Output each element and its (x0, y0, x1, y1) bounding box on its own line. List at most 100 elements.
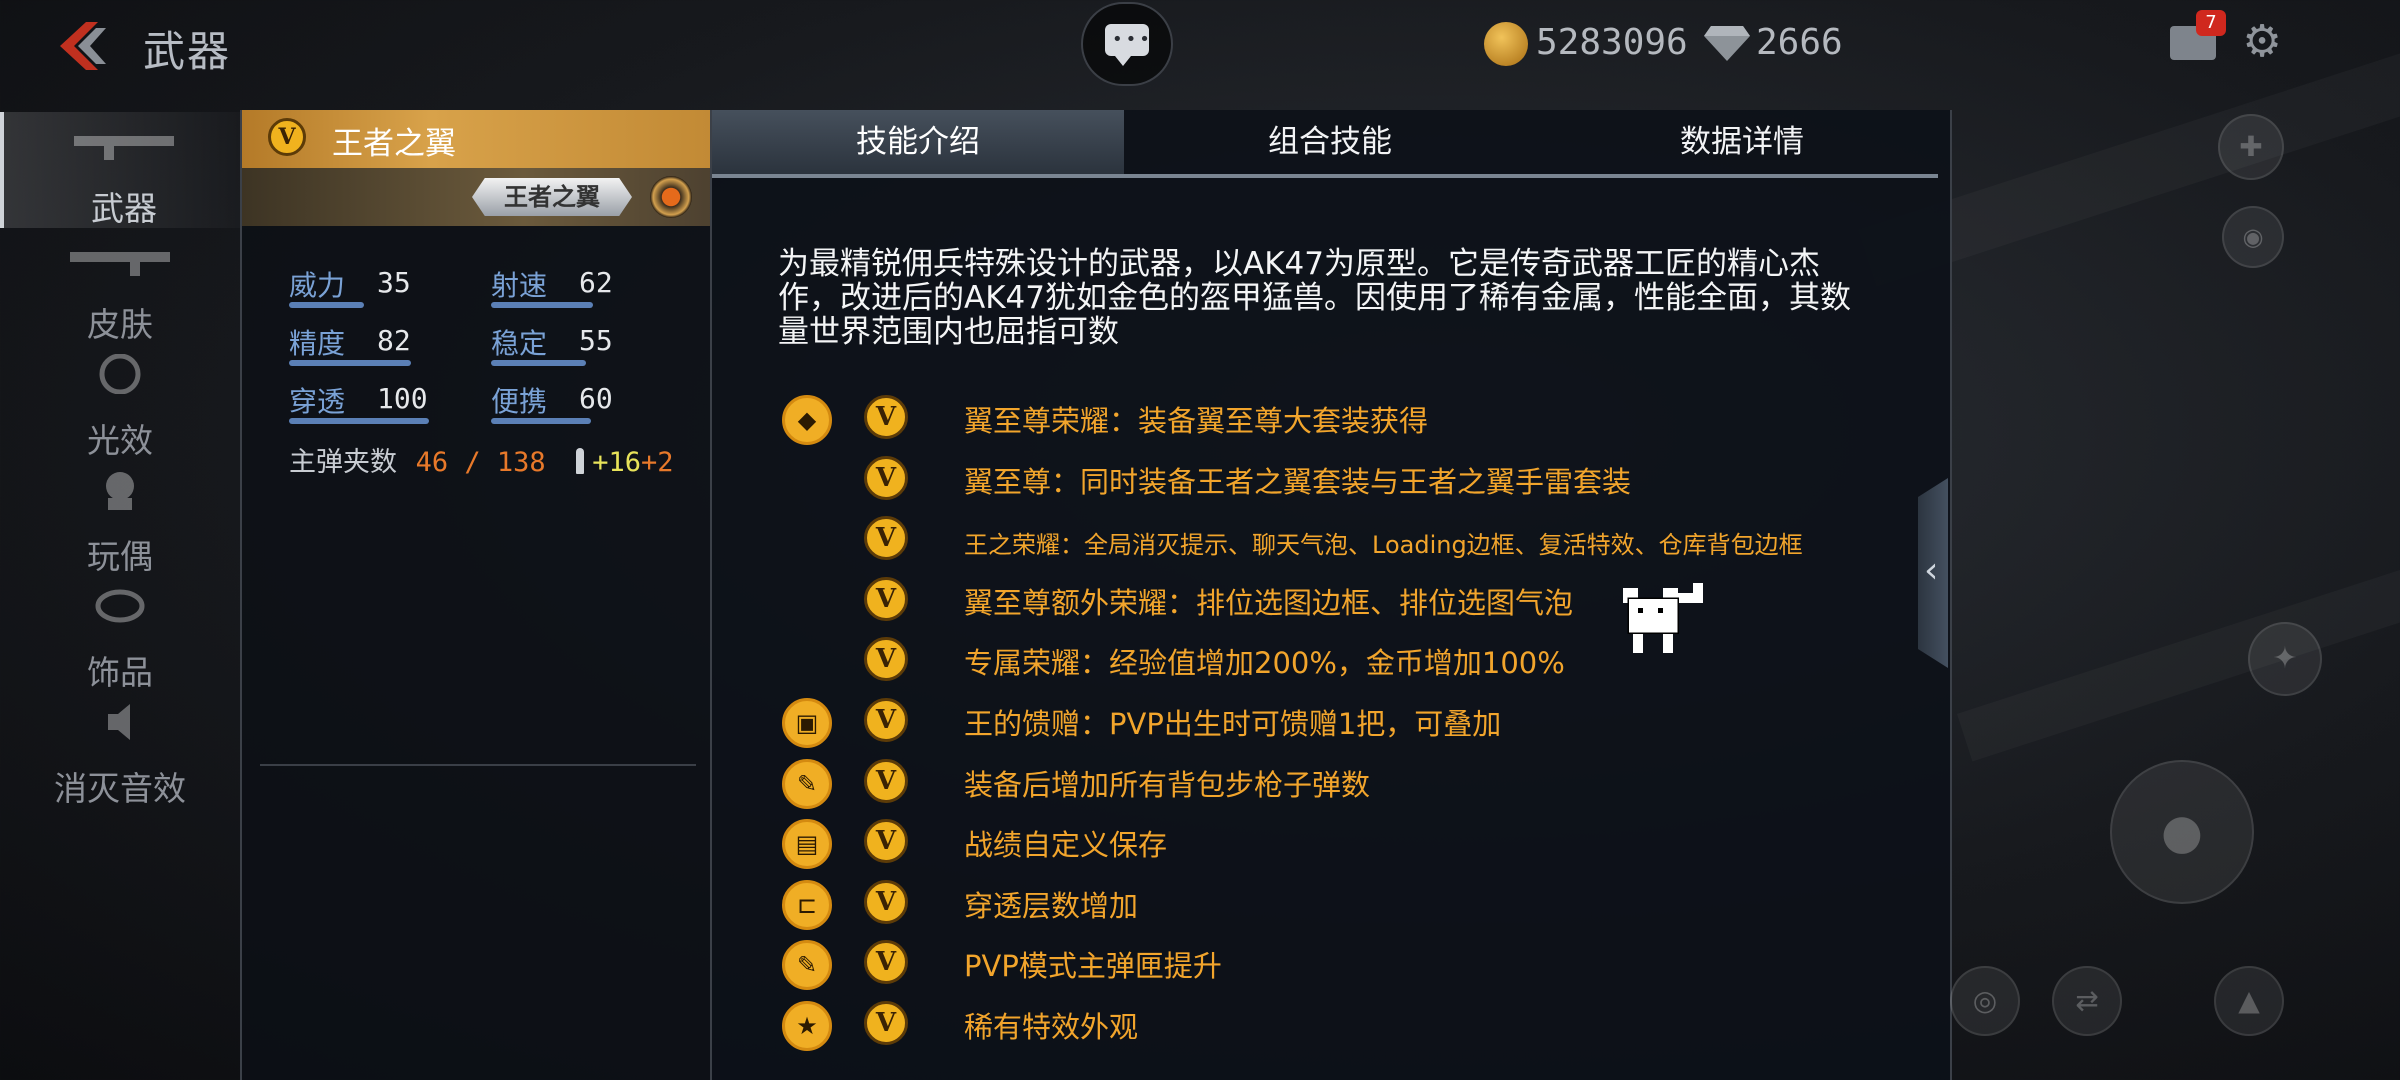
skill-row: V 专属荣耀：经验值增加200%，金币增加100% (712, 634, 1950, 690)
skill-row: ✎ V PVP模式主弹匣提升 (712, 937, 1950, 993)
skill-text: 翼至尊：同时装备王者之翼套装与王者之翼手雷套装 (964, 464, 1632, 499)
sidebar-item-ornament[interactable]: 饰品 (0, 576, 240, 692)
skill-text: 专属荣耀：经验值增加200%，金币增加100% (964, 646, 1565, 681)
glow-icon (99, 354, 141, 394)
skill-row: ✎ V 装备后增加所有背包步枪子弹数 (712, 756, 1950, 812)
skill-text: 王之荣耀：全局消灭提示、聊天气泡、Loading边框、复活特效、仓库背包边框 (964, 531, 1803, 560)
vip-v-badge-icon: V (268, 118, 306, 156)
skill-text: 翼至尊荣耀：装备翼至尊大套装获得 (964, 404, 1429, 438)
skill-row: V 翼至尊额外荣耀：排位选图边框、排位选图气泡 (712, 574, 1950, 630)
settings-gear-icon[interactable]: ⚙ (2240, 20, 2284, 64)
sidebar-item-kill-sound[interactable]: 消灭音效 (0, 692, 240, 808)
stat-bar (491, 360, 586, 366)
bullet-fire-icon: ● (2161, 804, 2203, 860)
vip-v-badge-icon: V (864, 455, 908, 500)
tab-skill-intro[interactable]: 技能介绍 (712, 110, 1124, 174)
skill-row: V 翼至尊：同时装备王者之翼套装与王者之翼手雷套装 (712, 453, 1950, 509)
stat-stability: 稳定 55 (491, 322, 651, 366)
vip-v-badge-icon: V (864, 516, 908, 561)
chevron-left-icon: ‹ (1924, 550, 1939, 591)
vip-v-badge-icon: V (864, 576, 908, 621)
skill-text: 穿透层数增加 (964, 888, 1139, 923)
sidebar-item-weapon[interactable]: 武器 (0, 112, 244, 228)
weapon-header: V 王者之翼 (242, 110, 712, 168)
vip-v-badge-icon: V (864, 698, 908, 742)
rifle-ammo-icon: ✎ (782, 758, 832, 809)
skill-row: ★ V 稀有特效外观 (712, 998, 1950, 1054)
stat-power: 威力 35 (289, 264, 449, 308)
penetration-icon: ⊏ (782, 879, 832, 930)
tab-bar: 技能介绍 组合技能 数据详情 (712, 110, 1938, 178)
skill-text: 王的馈赠：PVP出生时可馈赠1把，可叠加 (964, 707, 1502, 741)
vip-v-badge-icon: V (864, 395, 908, 439)
grenade-button[interactable]: ◎ (1950, 966, 2020, 1036)
sidebar-item-skin[interactable]: 皮肤 (0, 228, 240, 344)
gold-coin-icon (1484, 22, 1528, 66)
gamepad-button[interactable]: ✚ (2218, 114, 2284, 180)
sidebar-item-doll[interactable]: 玩偶 (0, 460, 240, 576)
weapon-slot-button[interactable]: ▲ (2214, 966, 2284, 1036)
weapon-name: 王者之翼 (332, 126, 456, 162)
skill-row: ⊏ V 穿透层数增加 (712, 877, 1950, 933)
player-1p-icon: ◉ (2242, 223, 2264, 251)
magazine-icon: ✎ (782, 940, 832, 991)
skill-row: ▤ V 战绩自定义保存 (712, 816, 1950, 872)
record-save-icon: ▤ (782, 819, 832, 870)
melee-button[interactable]: ✦ (2248, 622, 2322, 696)
weapon-info-panel: V 王者之翼 王者之翼 威力 35 射速 62 精度 82 稳定 55 穿透 1… (240, 110, 712, 1080)
doll-icon (106, 472, 134, 510)
vip-v-badge-icon: V (864, 637, 908, 682)
star-icon: ★ (782, 1001, 832, 1051)
diamond-balance: 2666 (1756, 22, 1843, 63)
tab-data-details[interactable]: 数据详情 (1536, 110, 1948, 174)
ammo-info: 主弹夹数 46 / 138 +16+2 (289, 447, 674, 478)
collapse-panel-button[interactable]: ‹ (1918, 478, 1948, 668)
vip-v-badge-icon: V (864, 758, 908, 803)
skill-row: ▣ V 王的馈赠：PVP出生时可馈赠1把，可叠加 (712, 695, 1950, 751)
back-arrow-icon (60, 22, 106, 70)
diamond-currency-icon (1704, 26, 1750, 61)
stat-bar (289, 302, 364, 308)
player-1p-button[interactable]: ◉ (2222, 206, 2284, 268)
background-stripe (1957, 529, 2400, 762)
vip-v-badge-icon: V (864, 879, 908, 924)
sidebar-item-glow[interactable]: 光效 (0, 344, 240, 460)
divider (260, 764, 696, 766)
bullet-icon (576, 448, 585, 474)
grenade-icon: ◎ (1972, 984, 1998, 1017)
vip-v-badge-icon: V (864, 940, 908, 985)
skill-row: V 王之荣耀：全局消灭提示、聊天气泡、Loading边框、复活特效、仓库背包边框 (712, 513, 1950, 569)
stat-bar (289, 418, 429, 424)
stat-bar (491, 418, 591, 424)
weapon-description: 为最精锐佣兵特殊设计的武器，以AK47为原型。它是传奇武器工匠的精心杰作，改进后… (778, 246, 1851, 350)
gamepad-icon: ✚ (2239, 130, 2263, 163)
stat-accuracy: 精度 82 (289, 322, 449, 366)
rifle-skin-icon (70, 252, 170, 276)
speaker-icon (108, 704, 130, 740)
stat-fire-rate: 射速 62 (491, 264, 651, 308)
stat-portability: 便携 60 (491, 380, 661, 424)
skill-text: 翼至尊额外荣耀：排位选图边框、排位选图气泡 (964, 585, 1574, 620)
mail-count-badge: 7 (2196, 10, 2226, 36)
back-button[interactable] (52, 20, 112, 72)
tab-combo-skill[interactable]: 组合技能 (1124, 110, 1536, 174)
gift-icon: ▣ (782, 698, 832, 748)
top-bar: 武器 ••• 5283096 2666 7 ⚙ (0, 0, 2400, 92)
ammo-bonus: +16 (592, 447, 642, 478)
vip-v-badge-icon: V (864, 819, 908, 864)
swap-icon: ⇄ (2075, 984, 2099, 1017)
skill-text: 装备后增加所有背包步枪子弹数 (964, 767, 1371, 802)
weapon-banner: 王者之翼 (242, 168, 712, 226)
pixel-cat-icon (1623, 583, 1703, 653)
ornament-icon (95, 589, 145, 623)
chat-button[interactable]: ••• (1081, 2, 1173, 86)
skill-detail-panel: 技能介绍 组合技能 数据详情 为最精锐佣兵特殊设计的武器，以AK47为原型。它是… (710, 110, 1952, 1080)
fire-button[interactable]: ● (2110, 760, 2254, 904)
pistol-icon: ▲ (2238, 984, 2260, 1017)
skill-text: 稀有特效外观 (964, 1010, 1139, 1044)
swap-weapon-button[interactable]: ⇄ (2052, 966, 2122, 1036)
stat-penetration: 穿透 100 (289, 380, 459, 424)
skill-text: PVP模式主弹匣提升 (964, 949, 1222, 984)
skill-row: ◆ V 翼至尊荣耀：装备翼至尊大套装获得 (712, 392, 1950, 448)
stat-bar (289, 360, 411, 366)
